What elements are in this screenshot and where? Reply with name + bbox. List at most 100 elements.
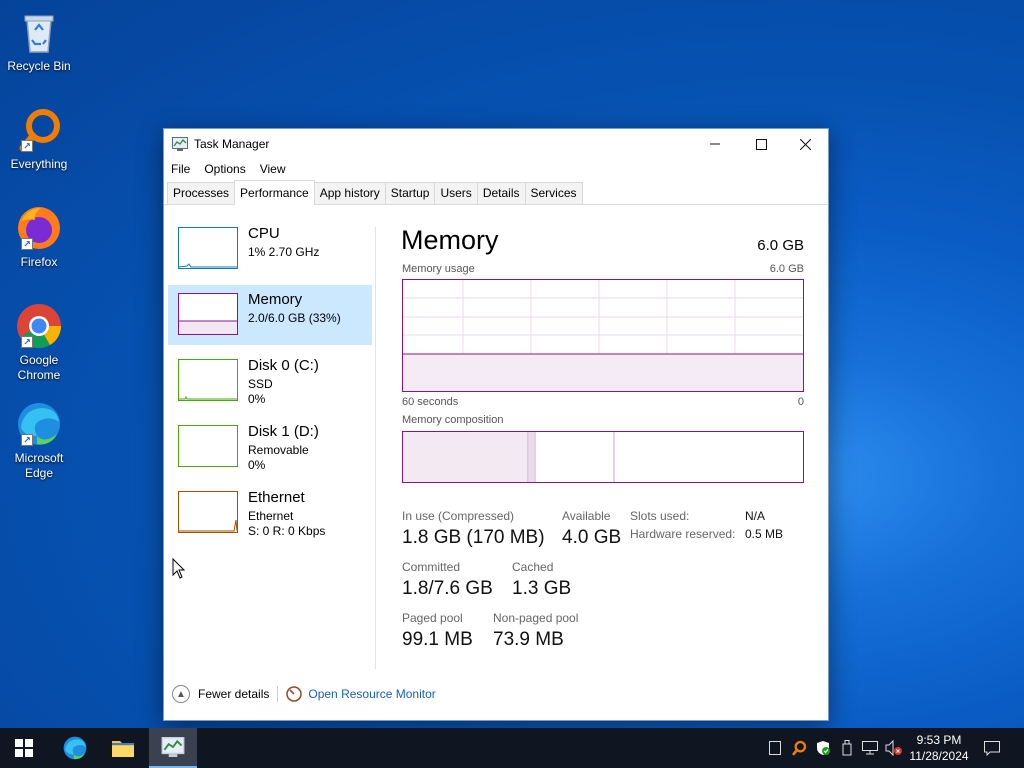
close-button[interactable] [782, 129, 828, 159]
tab-startup[interactable]: Startup [384, 182, 436, 204]
perf-item-disk-0[interactable]: Disk 0 (C:) SSD 0% [168, 351, 372, 411]
desktop-icon-microsoft-edge[interactable]: ↗ Microsoft Edge [4, 400, 74, 481]
clock-date: 11/28/2024 [909, 749, 969, 763]
available-label: Available [562, 509, 611, 523]
disk1-thumbnail-graph [178, 425, 238, 467]
notification-icon [984, 740, 1000, 756]
slots-used-label: Slots used: [630, 509, 690, 523]
minimize-icon [710, 143, 720, 145]
taskbar-file-explorer-button[interactable] [99, 728, 147, 768]
taskbar-edge-button[interactable] [51, 728, 99, 768]
in-use-value: 1.8 GB (170 MB) [402, 527, 545, 548]
available-value: 4.0 GB [562, 527, 622, 548]
perf-item-title: Disk 0 (C:) [248, 357, 319, 374]
desktop-icon-everything[interactable]: ↗ Everything [4, 106, 74, 172]
desktop-icon-label: Recycle Bin [7, 59, 71, 73]
close-icon [799, 138, 811, 150]
tray-network-icon[interactable] [860, 728, 880, 768]
edge-icon [63, 736, 87, 760]
open-resource-monitor-link[interactable]: Open Resource Monitor [308, 687, 435, 701]
tab-strip: Processes Performance App history Startu… [164, 179, 828, 205]
hardware-reserved-label: Hardware reserved: [630, 527, 736, 541]
cached-value: 1.3 GB [512, 578, 572, 599]
perf-item-disk-1[interactable]: Disk 1 (D:) Removable 0% [168, 417, 372, 477]
perf-item-value: 0% [248, 458, 266, 472]
shield-icon [817, 741, 830, 755]
fewer-details-link[interactable]: Fewer details [198, 687, 269, 701]
composition-in-use [403, 432, 528, 482]
taskbar-task-manager-button[interactable] [149, 728, 197, 768]
tab-details[interactable]: Details [476, 182, 526, 204]
tray-everything-icon[interactable] [789, 728, 809, 768]
network-icon [862, 741, 878, 755]
perf-item-subtitle: Ethernet [248, 509, 294, 523]
tray-volume-icon[interactable] [884, 728, 904, 768]
tab-app-history[interactable]: App history [313, 182, 386, 204]
memory-composition-label: Memory composition [402, 414, 504, 426]
footer-separator [277, 686, 279, 702]
window-footer: ▲ Fewer details Open Resource Monitor [172, 685, 436, 703]
performance-resource-list: CPU 1% 2.70 GHz Memory 2.0/6.0 GB (33%) … [168, 219, 372, 549]
desktop-icon-label: Everything [10, 157, 68, 171]
perf-item-ethernet[interactable]: Ethernet Ethernet S: 0 R: 0 Kbps [168, 483, 372, 543]
tray-notes-icon[interactable] [766, 728, 784, 768]
maximize-button[interactable] [738, 129, 784, 159]
desktop-icon-google-chrome[interactable]: ↗ Google Chrome [4, 302, 74, 383]
in-use-label: In use (Compressed) [402, 509, 515, 523]
slots-used-value: N/A [745, 509, 766, 523]
perf-item-subtitle: Removable [248, 443, 309, 457]
ethernet-thumbnail-graph [178, 491, 238, 533]
shortcut-arrow-icon: ↗ [21, 238, 33, 250]
chrome-icon: ↗ [15, 302, 63, 350]
resource-monitor-icon [286, 686, 303, 702]
non-paged-pool-label: Non-paged pool [493, 611, 579, 625]
tray-security-icon[interactable] [813, 728, 833, 768]
usb-drive-icon [842, 740, 852, 756]
taskbar-clock[interactable]: 9:53 PM 11/28/2024 [903, 732, 975, 764]
windows-logo-icon [15, 739, 33, 757]
tab-performance[interactable]: Performance [234, 180, 315, 205]
perf-item-cpu[interactable]: CPU 1% 2.70 GHz [168, 219, 372, 279]
perf-item-memory[interactable]: Memory 2.0/6.0 GB (33%) [168, 285, 372, 345]
menu-file[interactable]: File [171, 159, 190, 179]
menu-options[interactable]: Options [204, 159, 245, 179]
cached-label: Cached [512, 560, 554, 574]
tray-usb-icon[interactable] [838, 728, 856, 768]
firefox-icon: ↗ [15, 204, 63, 252]
hardware-reserved-value: 0.5 MB [745, 527, 784, 541]
tab-users[interactable]: Users [434, 182, 478, 204]
start-button[interactable] [0, 728, 48, 768]
window-title: Task Manager [194, 137, 270, 151]
memory-usage-fill [403, 354, 803, 391]
mouse-pointer-icon [172, 558, 186, 579]
memory-composition-bar[interactable] [402, 431, 804, 483]
perf-item-title: Ethernet [248, 489, 305, 506]
shortcut-arrow-icon: ↗ [21, 140, 33, 152]
title-bar[interactable]: Task Manager [164, 129, 828, 159]
minimize-button[interactable] [692, 129, 738, 159]
panel-divider[interactable] [375, 227, 376, 669]
memory-total: 6.0 GB [757, 237, 804, 254]
speaker-muted-icon [885, 740, 902, 756]
non-paged-pool-value: 73.9 MB [493, 629, 564, 650]
graph-time-left: 60 seconds [402, 396, 459, 408]
tab-services[interactable]: Services [524, 182, 583, 204]
perf-item-title: CPU [248, 225, 280, 242]
edge-icon: ↗ [15, 400, 63, 448]
tab-processes[interactable]: Processes [167, 182, 236, 204]
committed-value: 1.8/7.6 GB [402, 578, 493, 599]
folder-icon [112, 741, 134, 757]
shortcut-arrow-icon: ↗ [21, 434, 33, 446]
desktop-icon-firefox[interactable]: ↗ Firefox [4, 204, 74, 270]
task-manager-window: Task Manager File Options View Processes… [163, 128, 829, 721]
chevron-up-icon[interactable]: ▲ [172, 685, 190, 703]
memory-composition-chart [403, 432, 615, 482]
perf-item-value: S: 0 R: 0 Kbps [248, 524, 326, 538]
paged-pool-label: Paged pool [402, 611, 463, 625]
menu-view[interactable]: View [260, 159, 286, 179]
clock-time: 9:53 PM [916, 733, 962, 747]
task-manager-icon [161, 737, 185, 757]
desktop-icon-recycle-bin[interactable]: Recycle Bin [4, 8, 74, 74]
memory-usage-max: 6.0 GB [769, 263, 804, 275]
action-center-button[interactable] [978, 728, 1006, 768]
